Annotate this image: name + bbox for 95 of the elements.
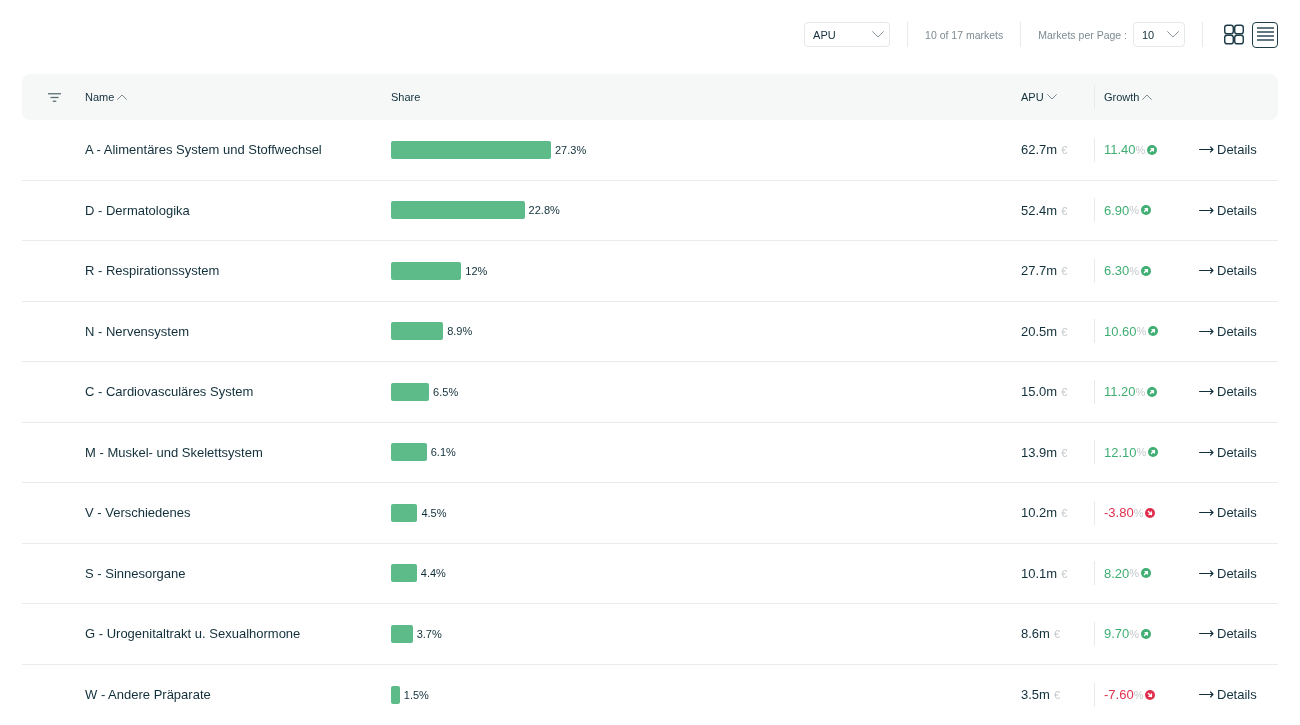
market-name: A - Alimentäres System und Stoffwechsel bbox=[85, 142, 323, 158]
market-name: W - Andere Präparate bbox=[85, 687, 212, 703]
arrow-right-icon bbox=[1199, 448, 1214, 456]
grid-icon bbox=[1224, 24, 1244, 45]
details-link[interactable]: Details bbox=[1199, 263, 1257, 279]
details-link[interactable]: Details bbox=[1199, 505, 1257, 521]
growth-value: 6.90 bbox=[1104, 202, 1130, 218]
details-link[interactable]: Details bbox=[1199, 142, 1257, 158]
per-page-select[interactable]: 10 bbox=[1133, 22, 1185, 47]
apu-value: 27.7m bbox=[1021, 263, 1058, 279]
apu-value: 3.5m bbox=[1021, 687, 1050, 703]
arrow-right-icon bbox=[1199, 630, 1214, 638]
apu-value: 15.0m bbox=[1021, 384, 1058, 400]
arrow-right-icon bbox=[1199, 569, 1214, 577]
details-link[interactable]: Details bbox=[1199, 202, 1257, 218]
market-count: 10 of 17 markets bbox=[925, 28, 1004, 41]
market-name: N - Nervensystem bbox=[85, 323, 191, 339]
per-page-label: Markets per Page : bbox=[1038, 28, 1127, 41]
share-value: 4.4% bbox=[420, 567, 446, 580]
arrow-right-icon bbox=[1199, 267, 1214, 275]
growth-value: 11.40 bbox=[1104, 142, 1136, 158]
market-name: G - Urogenitaltrakt u. Sexualhormone bbox=[85, 626, 302, 642]
percent-sign: % bbox=[1129, 627, 1140, 640]
list-icon bbox=[1256, 27, 1274, 42]
growth-value: 12.10 bbox=[1104, 444, 1137, 460]
details-link[interactable]: Details bbox=[1199, 565, 1257, 581]
growth-value: 11.20 bbox=[1104, 384, 1136, 400]
apu-value: 62.7m bbox=[1021, 142, 1058, 158]
apu-value: 8.6m bbox=[1021, 626, 1050, 642]
share-value: 1.5% bbox=[403, 688, 429, 701]
percent-sign: % bbox=[1133, 506, 1144, 519]
market-name: D - Dermatologika bbox=[85, 202, 191, 218]
share-value: 6.1% bbox=[430, 446, 456, 459]
growth-value: 6.30 bbox=[1104, 263, 1130, 279]
percent-sign: % bbox=[1129, 264, 1140, 277]
currency-symbol: € bbox=[1061, 325, 1068, 338]
arrow-right-icon bbox=[1199, 206, 1214, 214]
share-value: 8.9% bbox=[447, 325, 473, 338]
details-link[interactable]: Details bbox=[1199, 687, 1257, 703]
currency-symbol: € bbox=[1061, 386, 1068, 399]
market-name: M - Muskel- und Skelettsystem bbox=[85, 444, 264, 460]
growth-value: -3.80 bbox=[1104, 505, 1134, 521]
percent-sign: % bbox=[1129, 567, 1140, 580]
grid-view-button[interactable] bbox=[1223, 23, 1245, 46]
details-link[interactable]: Details bbox=[1199, 626, 1257, 642]
currency-symbol: € bbox=[1053, 628, 1061, 641]
metric-select[interactable]: APU bbox=[804, 22, 891, 47]
arrow-right-icon bbox=[1199, 388, 1214, 396]
details-link[interactable]: Details bbox=[1199, 444, 1257, 460]
percent-sign: % bbox=[1135, 143, 1146, 156]
apu-value: 52.4m bbox=[1021, 202, 1058, 218]
share-value: 4.5% bbox=[421, 506, 447, 519]
share-value: 22.8% bbox=[528, 204, 560, 217]
arrow-right-icon bbox=[1199, 691, 1214, 699]
currency-symbol: € bbox=[1053, 689, 1061, 702]
chevron-down-icon bbox=[872, 31, 885, 38]
currency-symbol: € bbox=[1061, 144, 1068, 157]
currency-symbol: € bbox=[1061, 204, 1068, 217]
currency-symbol: € bbox=[1061, 265, 1068, 278]
arrow-right-icon bbox=[1199, 327, 1214, 335]
arrow-right-icon bbox=[1199, 509, 1214, 517]
list-view-button[interactable] bbox=[1252, 21, 1278, 48]
share-value: 3.7% bbox=[416, 627, 442, 640]
name-column-header[interactable]: Name bbox=[85, 91, 128, 103]
market-name: S - Sinnesorgane bbox=[85, 565, 187, 581]
apu-value: 20.5m bbox=[1021, 323, 1058, 339]
growth-value: 9.70 bbox=[1104, 626, 1130, 642]
growth-value: 10.60 bbox=[1104, 323, 1137, 339]
currency-symbol: € bbox=[1061, 507, 1068, 520]
apu-column-header[interactable]: APU bbox=[1021, 91, 1057, 103]
market-name: C - Cardiovasculäres System bbox=[85, 384, 255, 400]
percent-sign: % bbox=[1129, 204, 1140, 217]
share-column-header[interactable]: Share bbox=[391, 91, 421, 103]
percent-sign: % bbox=[1136, 446, 1147, 459]
share-value: 12% bbox=[465, 264, 488, 277]
percent-sign: % bbox=[1135, 385, 1146, 398]
currency-symbol: € bbox=[1061, 567, 1068, 580]
arrow-right-icon bbox=[1199, 146, 1214, 154]
percent-sign: % bbox=[1136, 325, 1147, 338]
filter-icon[interactable] bbox=[48, 92, 61, 102]
apu-value: 13.9m bbox=[1021, 444, 1058, 460]
market-name: R - Respirationssystem bbox=[85, 263, 221, 279]
details-link[interactable]: Details bbox=[1199, 384, 1257, 400]
share-value: 27.3% bbox=[555, 143, 587, 156]
chevron-down-icon bbox=[1167, 31, 1179, 38]
apu-value: 10.1m bbox=[1021, 565, 1058, 581]
apu-value: 10.2m bbox=[1021, 505, 1058, 521]
market-name: V - Verschiedenes bbox=[85, 505, 192, 521]
percent-sign: % bbox=[1133, 688, 1144, 701]
growth-value: -7.60 bbox=[1104, 687, 1134, 703]
currency-symbol: € bbox=[1061, 446, 1068, 459]
growth-column-header[interactable]: Growth bbox=[1104, 91, 1153, 103]
details-link[interactable]: Details bbox=[1199, 323, 1257, 339]
growth-value: 8.20 bbox=[1104, 565, 1130, 581]
share-value: 6.5% bbox=[433, 385, 459, 398]
